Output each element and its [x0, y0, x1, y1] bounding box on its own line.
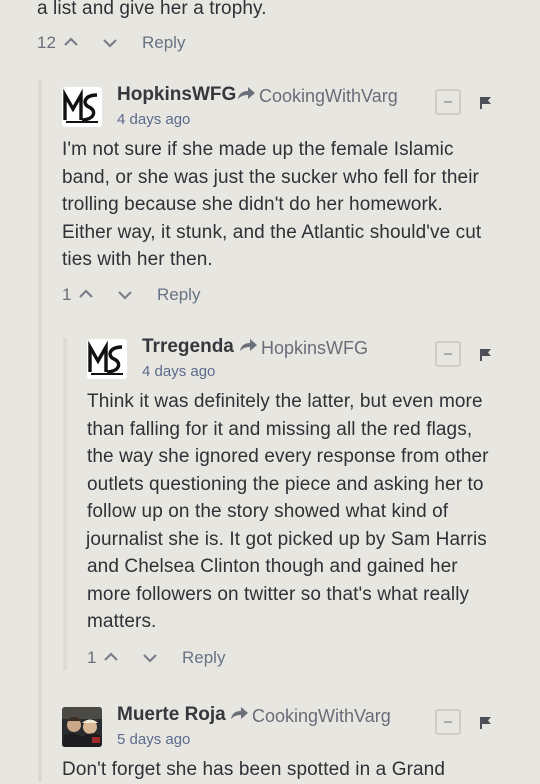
thread-line	[38, 80, 42, 782]
avatar[interactable]	[62, 707, 102, 747]
comment-text-line: journalist she is. It got picked up by S…	[86, 528, 487, 550]
comment-text-line: Think it was definitely the latter, but …	[87, 391, 483, 412]
downvote-icon[interactable]	[143, 653, 157, 663]
reply-link[interactable]: Reply	[182, 648, 225, 668]
comment-text-line: Either way, it stunk, and the Atlantic s…	[62, 221, 482, 243]
user-photo-avatar	[62, 707, 102, 747]
comment-actions: 1 Reply	[87, 645, 287, 671]
collapse-button[interactable]	[435, 89, 461, 115]
thread-line-nested	[63, 338, 67, 670]
ms-logo-icon	[87, 339, 127, 379]
timestamp[interactable]: 4 days ago	[142, 363, 215, 380]
comment-text-line: the way she ignored every response from …	[87, 446, 489, 467]
parent-username-link[interactable]: CookingWithVarg	[252, 706, 391, 727]
reply-link[interactable]: Reply	[142, 33, 185, 53]
comment-body: Think it was definitely the latter, but …	[86, 388, 527, 636]
flag-icon[interactable]	[480, 716, 492, 730]
comment-actions: 12 Reply	[37, 30, 237, 56]
upvote-icon[interactable]	[104, 652, 118, 662]
comment-text-line: follow up on the story showed what kind …	[87, 501, 449, 522]
flag-icon[interactable]	[480, 96, 492, 110]
reply-arrow-icon	[231, 707, 248, 719]
upvote-icon[interactable]	[64, 37, 78, 47]
parent-username-link[interactable]: HopkinsWFG	[261, 338, 368, 359]
ms-logo-icon	[62, 87, 102, 127]
upvote-count: 1	[87, 648, 97, 667]
comment-text-line: more followers on twitter so that's what…	[87, 583, 470, 605]
comment-text-line: trolling because she didn't do her homew…	[62, 194, 443, 215]
avatar[interactable]	[62, 87, 102, 127]
downvote-icon[interactable]	[103, 38, 117, 48]
reply-arrow-icon	[240, 339, 257, 351]
comment-text-line: ties with her then.	[62, 249, 213, 270]
avatar[interactable]	[87, 339, 127, 379]
collapse-button[interactable]	[435, 341, 461, 367]
comment-text-line: outlets questioning the piece and asking…	[87, 473, 484, 495]
username[interactable]: Muerte Roja	[117, 704, 226, 726]
comment-text-line: a list and give her a trophy.	[37, 0, 267, 19]
flag-icon[interactable]	[480, 348, 492, 362]
parent-username-link[interactable]: CookingWithVarg	[259, 86, 398, 107]
timestamp[interactable]: 5 days ago	[117, 731, 190, 748]
username[interactable]: HopkinsWFG	[117, 84, 236, 106]
upvote-count: 12	[37, 33, 56, 52]
comment-text-line: band, or she was just the sucker who fel…	[62, 166, 479, 188]
comment-body: Don't forget she has been spotted in a G…	[62, 756, 522, 784]
reply-arrow-icon	[238, 87, 255, 99]
comment-text-line: I'm not sure if she made up the female I…	[62, 139, 454, 160]
upvote-count: 1	[62, 285, 72, 304]
comment-text-line: and Chelsea Clinton though and gained he…	[87, 556, 458, 577]
collapse-button[interactable]	[435, 709, 461, 735]
downvote-icon[interactable]	[118, 290, 132, 300]
comment-text-line: matters.	[87, 611, 157, 632]
comment-text-line: than falling for it and missing all the …	[87, 418, 473, 440]
username[interactable]: Trregenda	[142, 336, 234, 358]
comment-body: I'm not sure if she made up the female I…	[62, 136, 522, 274]
upvote-icon[interactable]	[79, 289, 93, 299]
timestamp[interactable]: 4 days ago	[117, 111, 190, 128]
comment-actions: 1 Reply	[62, 282, 262, 308]
comment-text-line: Don't forget she has been spotted in a G…	[62, 759, 445, 780]
reply-link[interactable]: Reply	[157, 285, 200, 305]
